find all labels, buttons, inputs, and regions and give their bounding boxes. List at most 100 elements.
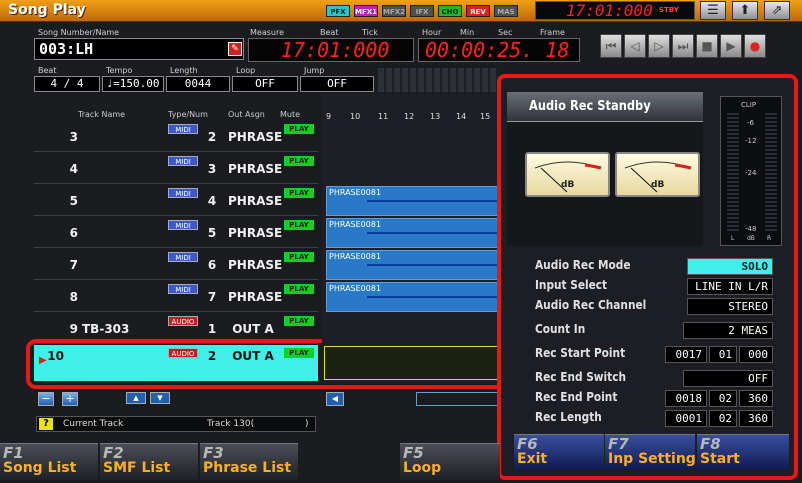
- rec-end-tick[interactable]: 360: [739, 390, 773, 407]
- standby-indicator: STBY: [659, 6, 679, 14]
- track-number: 7: [69, 258, 78, 272]
- track-mute-button[interactable]: PLAY: [284, 252, 314, 262]
- fkey-label: SMF List: [103, 460, 171, 476]
- tempo-field[interactable]: ♩=150.00: [102, 76, 164, 92]
- timeline: 9 10 11 12 13 14 15 PHRASE0081 PHRASE008…: [322, 94, 499, 384]
- rec-mode-field[interactable]: SOLO: [687, 258, 773, 275]
- zoom-in-button[interactable]: +: [62, 392, 78, 406]
- scroll-up-button[interactable]: ▲: [126, 392, 146, 404]
- rec-channel-field[interactable]: STEREO: [687, 298, 773, 315]
- transport-top-button[interactable]: ⏮: [600, 34, 622, 58]
- level-bar-right: [765, 113, 777, 233]
- count-in-field[interactable]: 2 MEAS: [683, 322, 773, 339]
- track-row[interactable]: 4 MIDI 3 PHRASE PLAY: [34, 152, 318, 184]
- track-name-header: Track Name: [78, 110, 126, 119]
- rec-start-beat[interactable]: 01: [709, 346, 737, 363]
- beat-header-label: Beat: [320, 28, 339, 37]
- song-name-field[interactable]: 003:LH: [34, 38, 244, 60]
- export-icon: ⇗: [771, 3, 783, 18]
- rec-start-label: Rec Start Point: [535, 346, 626, 360]
- phrase-label: PHRASE0081: [329, 252, 382, 261]
- f7-inp-setting-button[interactable]: F7 Inp Setting: [605, 434, 696, 470]
- app-title: Song Play: [8, 2, 86, 18]
- track-type-badge: MIDI: [168, 252, 198, 262]
- rec-end-switch-field[interactable]: OFF: [683, 370, 773, 387]
- track-row[interactable]: 7 MIDI 6 PHRASE PLAY: [34, 248, 318, 280]
- f3-phrase-list-button[interactable]: F3 Phrase List: [200, 443, 298, 480]
- transport-rewind-button[interactable]: ◁: [624, 34, 646, 58]
- scroll-down-button[interactable]: ▼: [150, 392, 170, 404]
- help-icon[interactable]: ?: [39, 418, 53, 430]
- track-type-badge: MIDI: [168, 124, 198, 134]
- length-field[interactable]: 0044: [166, 76, 230, 92]
- track-mute-button[interactable]: PLAY: [284, 124, 314, 134]
- beat-field[interactable]: 4 / 4: [34, 76, 100, 92]
- menu-button[interactable]: ☰: [700, 1, 726, 20]
- phrase-data-line: [367, 200, 499, 202]
- rec-channel-value: STEREO: [728, 300, 768, 313]
- zoom-out-button[interactable]: −: [38, 392, 54, 406]
- track-row[interactable]: 3 MIDI 2 PHRASE PLAY: [34, 120, 318, 152]
- transport-rec-button[interactable]: ●: [744, 34, 766, 58]
- rec-end-measure[interactable]: 0018: [665, 390, 707, 407]
- skip-back-icon: ⏮: [605, 39, 617, 53]
- phrase-block[interactable]: PHRASE0081: [326, 218, 499, 248]
- phrase-block[interactable]: PHRASE0081: [326, 282, 499, 312]
- channel-r-label: R: [767, 235, 772, 242]
- current-track-bar: ? Current Track Track 130( ): [36, 416, 316, 432]
- track-row[interactable]: 5 MIDI 4 PHRASE PLAY: [34, 184, 318, 216]
- song-edit-icon[interactable]: ✎: [228, 42, 242, 56]
- f1-song-list-button[interactable]: F1 Song List: [0, 443, 98, 480]
- f8-start-button[interactable]: F8 Start: [697, 434, 789, 470]
- up-button[interactable]: ⬆: [732, 1, 758, 20]
- f6-exit-button[interactable]: F6 Exit: [514, 434, 604, 470]
- selected-track-lane[interactable]: [324, 346, 498, 380]
- jump-field[interactable]: OFF: [300, 76, 374, 92]
- status-mas: MAS: [494, 5, 518, 17]
- position-value: 17:01:000: [281, 38, 390, 62]
- horizontal-scrollbar[interactable]: [416, 392, 498, 406]
- track-mute-button[interactable]: PLAY: [284, 348, 314, 358]
- transport-stop-button[interactable]: ■: [696, 34, 718, 58]
- song-number-label: Song Number/Name: [38, 28, 120, 37]
- phrase-block[interactable]: PHRASE0081: [326, 250, 499, 280]
- transport-play-button[interactable]: ▶: [720, 34, 742, 58]
- level-bar-left: [727, 113, 739, 233]
- loop-field[interactable]: OFF: [232, 76, 298, 92]
- selected-track-row[interactable]: ▶ 10 AUDIO 2 OUT A PLAY: [34, 345, 318, 381]
- scroll-left-button[interactable]: ◀: [326, 392, 344, 406]
- rec-start-measure[interactable]: 0017: [665, 346, 707, 363]
- track-mute-button[interactable]: PLAY: [284, 284, 314, 294]
- rec-channel-label: Audio Rec Channel: [535, 298, 647, 312]
- measure-tick: 15: [480, 112, 491, 121]
- track-number: 9: [69, 322, 78, 336]
- song-name-value: 003:LH: [39, 40, 94, 58]
- stop-icon: ■: [701, 39, 713, 53]
- rec-length-measure[interactable]: 0001: [665, 410, 707, 427]
- track-mute-button[interactable]: PLAY: [284, 316, 314, 326]
- rec-length-beat[interactable]: 02: [709, 410, 737, 427]
- track-mute-button[interactable]: PLAY: [284, 188, 314, 198]
- status-pfx: PFX: [326, 5, 350, 17]
- track-row[interactable]: 8 MIDI 7 PHRASE PLAY: [34, 280, 318, 312]
- track-type-badge: MIDI: [168, 284, 198, 294]
- transport-ff-button[interactable]: ▷: [648, 34, 670, 58]
- rec-length-tick[interactable]: 360: [739, 410, 773, 427]
- rec-end-label: Rec End Point: [535, 390, 618, 404]
- beat-label: Beat: [38, 66, 57, 75]
- f5-loop-button[interactable]: F5 Loop: [400, 443, 500, 480]
- level-mark: -24: [745, 169, 757, 177]
- rec-start-tick[interactable]: 000: [739, 346, 773, 363]
- track-row[interactable]: 6 MIDI 5 PHRASE PLAY: [34, 216, 318, 248]
- transport-end-button[interactable]: ⏭: [672, 34, 694, 58]
- meter-panel: dB dB: [507, 122, 703, 246]
- phrase-block[interactable]: PHRASE0081: [326, 186, 499, 216]
- current-track-label: Current Track: [63, 419, 124, 429]
- export-button[interactable]: ⇗: [764, 1, 790, 20]
- f2-smf-list-button[interactable]: F2 SMF List: [100, 443, 198, 480]
- rec-end-beat[interactable]: 02: [709, 390, 737, 407]
- time-display: 00:00:25. 18: [418, 38, 580, 62]
- input-select-field[interactable]: LINE IN L/R: [687, 278, 773, 295]
- track-mute-button[interactable]: PLAY: [284, 220, 314, 230]
- track-mute-button[interactable]: PLAY: [284, 156, 314, 166]
